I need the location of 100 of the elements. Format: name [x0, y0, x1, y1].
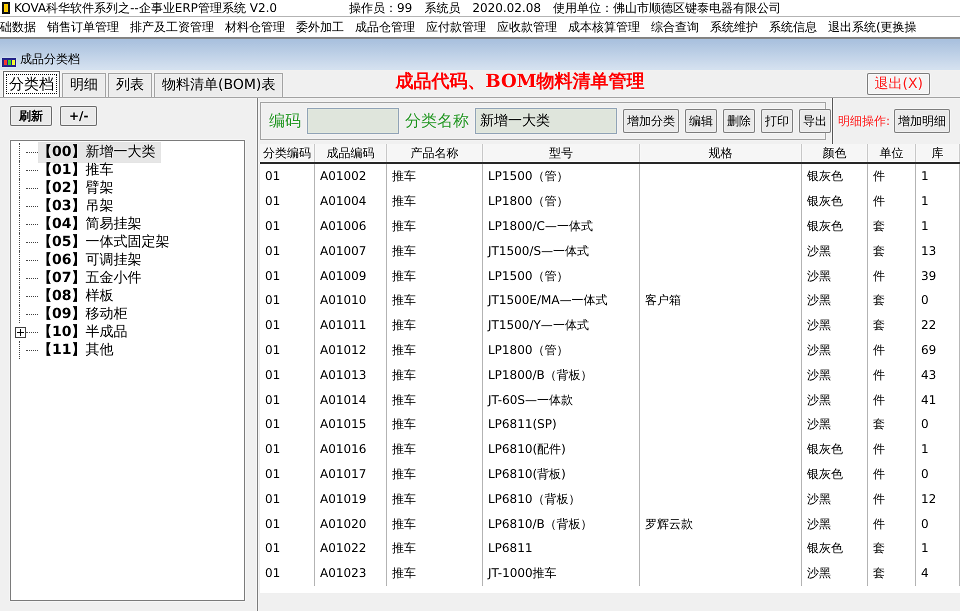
column-header[interactable]: 分类编码: [260, 144, 315, 162]
table-cell-text: A01004: [320, 193, 366, 210]
tree-item[interactable]: 【03】吊架: [38, 196, 120, 216]
table-cell-text: 件: [873, 268, 885, 285]
tree-item[interactable]: 【07】五金小件: [38, 268, 148, 288]
tree-item[interactable]: 【05】一体式固定架: [38, 232, 176, 252]
table-cell-text: 银灰色: [807, 218, 843, 235]
add-detail-button[interactable]: 增加明细: [894, 109, 950, 133]
role-label: 系统员: [424, 0, 460, 17]
menu-item[interactable]: 销售订单管理: [47, 18, 119, 36]
table-cell-text: A01017: [320, 466, 366, 483]
table-cell-text: 罗辉云款: [645, 516, 693, 533]
table-cell-text: 银灰色: [807, 193, 843, 210]
table-cell-text: LP1800/C—一体式: [488, 218, 593, 235]
menu-item[interactable]: 退出系统(更换操: [828, 18, 917, 36]
table-cell-text: LP1500（管）: [488, 268, 568, 285]
table-cell-text: 推车: [392, 366, 416, 384]
menu-item[interactable]: 综合查询: [651, 18, 699, 36]
column-header[interactable]: 型号: [483, 144, 640, 162]
table-cell-text: 01: [265, 392, 280, 409]
app-icon: [2, 2, 10, 14]
table-cell-text: 01: [265, 218, 280, 235]
table-cell-text: 客户箱: [645, 292, 681, 310]
column-header[interactable]: 单位: [868, 144, 916, 162]
table-cell-text: 01: [265, 168, 280, 186]
table-cell-text: A01014: [320, 392, 366, 409]
table-cell-text: 沙黑: [807, 392, 831, 409]
table-cell-text: 01: [265, 342, 280, 359]
operator-label: 操作员：99: [349, 0, 412, 17]
column-header[interactable]: 成品编码: [315, 144, 387, 162]
tree-item[interactable]: 【08】样板: [38, 286, 120, 306]
menu-item[interactable]: 材料仓管理: [225, 18, 285, 36]
table-cell-text: 1: [921, 441, 929, 458]
tree-item[interactable]: 【09】移动柜: [38, 304, 134, 324]
table-cell-text: 22: [921, 317, 936, 334]
table-cell-text: 件: [873, 366, 885, 384]
tree-item[interactable]: 【11】其他: [38, 340, 120, 360]
tree-item[interactable]: 【06】可调挂架: [38, 250, 148, 270]
menu-item[interactable]: 系统维护: [710, 18, 758, 36]
table-cell-text: 套: [873, 540, 885, 558]
table-cell-text: A01012: [320, 342, 366, 359]
company-label: 使用单位：佛山市顺德区键泰电器有限公司: [553, 0, 782, 17]
tree-item[interactable]: 【10】半成品: [38, 322, 134, 342]
tree-item[interactable]: 【02】臂架: [38, 178, 120, 198]
menu-item[interactable]: 系统信息: [769, 18, 817, 36]
menu-item[interactable]: 础数据: [0, 18, 36, 36]
menu-item[interactable]: 应收款管理: [497, 18, 557, 36]
toolbar-button[interactable]: 刷新: [10, 106, 52, 126]
expand-icon[interactable]: [15, 326, 26, 338]
action-button[interactable]: 导出: [799, 109, 831, 133]
table-cell-text: LP6811(SP): [488, 416, 557, 434]
table-cell-text: LP6810(背板): [488, 466, 566, 483]
column-header[interactable]: 规格: [640, 144, 802, 162]
table-cell-text: A01006: [320, 218, 366, 235]
column-header[interactable]: 产品名称: [387, 144, 483, 162]
table-cell-text: 41: [921, 392, 936, 409]
action-button[interactable]: 删除: [723, 109, 755, 133]
table-cell-text: A01020: [320, 516, 366, 533]
tree-item[interactable]: 【00】新增一大类: [38, 142, 162, 162]
action-button[interactable]: 打印: [761, 109, 793, 133]
table-cell-text: 39: [921, 268, 936, 285]
action-button[interactable]: 增加分类: [623, 109, 679, 133]
menu-item[interactable]: 成品仓管理: [355, 18, 415, 36]
table-cell-text: 件: [873, 168, 885, 186]
menu-item[interactable]: 排产及工资管理: [130, 18, 214, 36]
table-cell-text: 套: [873, 317, 885, 334]
tab[interactable]: 分类档: [3, 71, 60, 97]
table-cell-text: 01: [265, 540, 280, 558]
table-cell-text: 银灰色: [807, 168, 843, 186]
table-cell-text: 推车: [392, 268, 416, 285]
table-cell-text: 沙黑: [807, 317, 831, 334]
menu-item[interactable]: 成本核算管理: [568, 18, 640, 36]
column-header[interactable]: 库: [916, 144, 960, 162]
table-cell-text: JT-1000推车: [488, 565, 557, 582]
tab[interactable]: 列表: [108, 73, 152, 97]
toolbar-button[interactable]: +/-: [60, 106, 98, 126]
table-cell-text: 推车: [392, 242, 416, 260]
form-icon: [2, 56, 16, 68]
action-button[interactable]: 编辑: [685, 109, 717, 133]
table-cell-text: 沙黑: [807, 565, 831, 582]
table-cell-text: A01022: [320, 540, 366, 558]
table-cell-text: 推车: [392, 516, 416, 533]
tree-item[interactable]: 【01】推车: [38, 160, 120, 180]
form-title: 成品分类档: [20, 51, 80, 68]
table-cell-text: 0: [921, 466, 929, 483]
tree-item[interactable]: 【04】简易挂架: [38, 214, 148, 234]
text-field[interactable]: [307, 108, 399, 134]
table-cell-text: A01002: [320, 168, 366, 186]
table-cell-text: 01: [265, 466, 280, 483]
column-header[interactable]: 颜色: [802, 144, 868, 162]
table-cell-text: 01: [265, 292, 280, 310]
table-cell-text: 银灰色: [807, 441, 843, 458]
menu-item[interactable]: 应付款管理: [426, 18, 486, 36]
detail-label: 明细操作:: [838, 113, 890, 130]
table-cell-text: 件: [873, 516, 885, 533]
tab[interactable]: 物料清单(BOM)表: [154, 73, 284, 97]
table-cell-text: 推车: [392, 392, 416, 409]
text-field[interactable]: 新增一大类: [475, 108, 617, 134]
tab[interactable]: 明细: [62, 73, 106, 97]
menu-item[interactable]: 委外加工: [296, 18, 344, 36]
